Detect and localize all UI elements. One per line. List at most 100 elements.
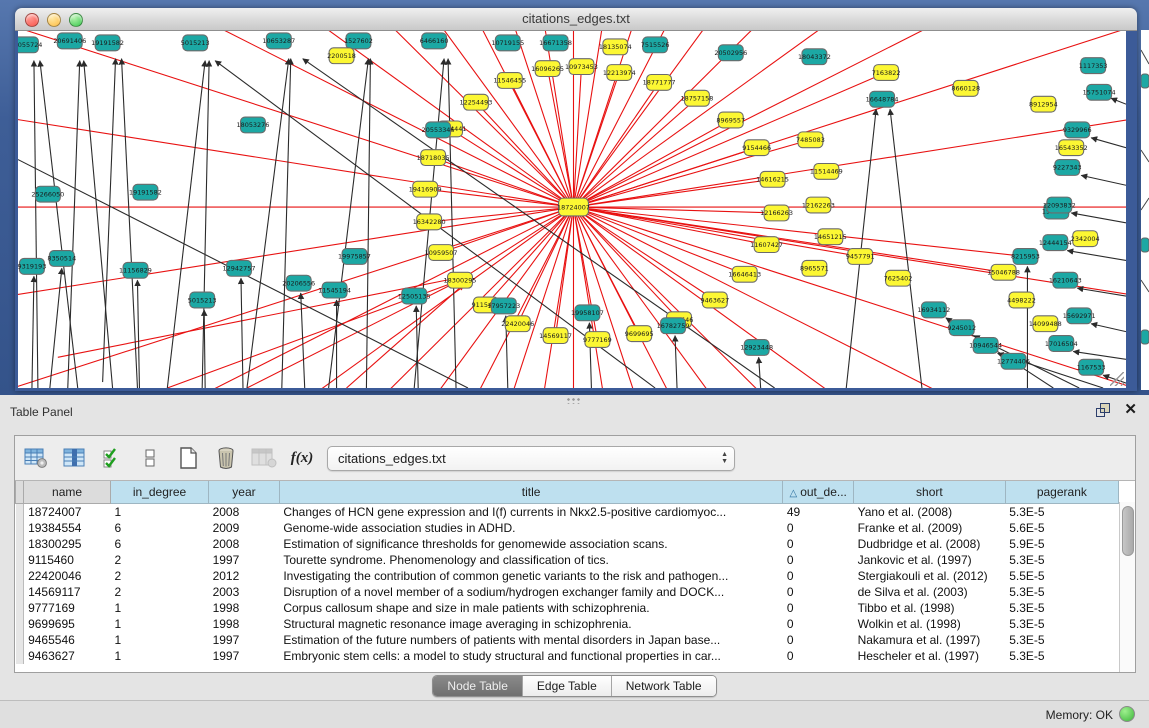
table-cell[interactable]: 5.3E-5 [1005, 648, 1118, 664]
table-row[interactable]: 1872400712008Changes of HCN gene express… [16, 504, 1119, 521]
table-row[interactable]: 969969511998Structural magnetic resonanc… [16, 616, 1119, 632]
table-cell[interactable]: 18724007 [24, 504, 111, 521]
table-cell[interactable]: 5.9E-5 [1005, 536, 1118, 552]
row-height-icon[interactable] [137, 445, 163, 471]
table-row[interactable]: 1456911722003Disruption of a novel membe… [16, 584, 1119, 600]
table-cell[interactable]: 0 [783, 616, 854, 632]
table-row[interactable]: 977716911998Corpus callosum shape and si… [16, 600, 1119, 616]
delete-table-icon[interactable] [213, 445, 239, 471]
table-cell[interactable]: Stergiakouli et al. (2012) [854, 568, 1006, 584]
show-column-icon[interactable] [61, 445, 87, 471]
table-cell[interactable]: 1997 [209, 552, 280, 568]
table-cell[interactable]: 0 [783, 584, 854, 600]
table-row[interactable]: 946554611997Estimation of the future num… [16, 632, 1119, 648]
table-cell[interactable]: 2 [111, 568, 209, 584]
table-cell[interactable]: Wolkin et al. (1998) [854, 616, 1006, 632]
function-builder-icon[interactable]: f(x) [289, 445, 315, 471]
table-cell[interactable]: 1997 [209, 632, 280, 648]
table-cell[interactable]: 2003 [209, 584, 280, 600]
table-cell[interactable]: Tibbo et al. (1998) [854, 600, 1006, 616]
table-cell[interactable]: 5.3E-5 [1005, 632, 1118, 648]
tab-edge-table[interactable]: Edge Table [523, 676, 612, 696]
table-cell[interactable]: 1 [111, 600, 209, 616]
float-panel-icon[interactable] [1096, 403, 1110, 416]
table-cell[interactable]: 9699695 [24, 616, 111, 632]
table-cell[interactable]: 2 [111, 552, 209, 568]
table-cell[interactable]: Estimation of significance thresholds fo… [279, 536, 782, 552]
table-cell[interactable]: 2012 [209, 568, 280, 584]
column-header-pagerank[interactable]: pagerank [1005, 481, 1118, 504]
table-cell[interactable]: Genome-wide association studies in ADHD. [279, 520, 782, 536]
table-cell[interactable]: Changes of HCN gene expression and I(f) … [279, 504, 782, 521]
tab-node-table[interactable]: Node Table [433, 676, 523, 696]
table-cell[interactable]: 1 [111, 616, 209, 632]
table-cell[interactable]: Corpus callosum shape and size in male p… [279, 600, 782, 616]
table-cell[interactable]: 0 [783, 632, 854, 648]
table-cell[interactable]: Tourette syndrome. Phenomenology and cla… [279, 552, 782, 568]
table-cell[interactable]: 0 [783, 648, 854, 664]
table-cell[interactable]: 5.3E-5 [1005, 552, 1118, 568]
table-cell[interactable]: 1997 [209, 648, 280, 664]
table-cell[interactable]: Estimation of the future numbers of pati… [279, 632, 782, 648]
table-cell[interactable]: 2009 [209, 520, 280, 536]
table-cell[interactable]: 2008 [209, 536, 280, 552]
table-cell[interactable]: 1998 [209, 616, 280, 632]
table-cell[interactable]: 1 [111, 648, 209, 664]
table-cell[interactable]: Yano et al. (2008) [854, 504, 1006, 521]
table-cell[interactable]: 9115460 [24, 552, 111, 568]
table-cell[interactable]: 49 [783, 504, 854, 521]
table-cell[interactable]: 0 [783, 536, 854, 552]
column-header-in_degree[interactable]: in_degree [111, 481, 209, 504]
table-cell[interactable]: 5.3E-5 [1005, 616, 1118, 632]
table-cell[interactable]: 5.3E-5 [1005, 584, 1118, 600]
table-cell[interactable]: 2008 [209, 504, 280, 521]
column-header-short[interactable]: short [854, 481, 1006, 504]
table-cell[interactable]: 9777169 [24, 600, 111, 616]
network-canvas[interactable]: 1405572420691406191915825015213106532871… [18, 31, 1126, 388]
close-panel-icon[interactable]: ✕ [1124, 403, 1137, 416]
scrollbar-thumb[interactable] [1122, 506, 1134, 556]
table-cell[interactable]: 5.3E-5 [1005, 600, 1118, 616]
table-cell[interactable]: Nakamura et al. (1997) [854, 632, 1006, 648]
table-row[interactable]: 1830029562008Estimation of significance … [16, 536, 1119, 552]
table-row[interactable]: 2242004622012Investigating the contribut… [16, 568, 1119, 584]
table-cell[interactable]: 1 [111, 632, 209, 648]
table-cell[interactable]: 14569117 [24, 584, 111, 600]
table-select-dropdown[interactable]: citations_edges.txt ▲▼ [327, 446, 735, 471]
window-titlebar[interactable]: citations_edges.txt [15, 8, 1137, 31]
column-header-name[interactable]: name [24, 481, 111, 504]
table-cell[interactable]: Dudbridge et al. (2008) [854, 536, 1006, 552]
table-cell[interactable]: Structural magnetic resonance image aver… [279, 616, 782, 632]
column-header-year[interactable]: year [209, 481, 280, 504]
table-cell[interactable]: Investigating the contribution of common… [279, 568, 782, 584]
table-cell[interactable]: Jankovic et al. (1997) [854, 552, 1006, 568]
table-cell[interactable]: 2 [111, 584, 209, 600]
table-cell[interactable]: 0 [783, 520, 854, 536]
tab-network-table[interactable]: Network Table [612, 676, 716, 696]
table-cell[interactable]: Hescheler et al. (1997) [854, 648, 1006, 664]
table-cell[interactable]: 9465546 [24, 632, 111, 648]
table-cell[interactable]: Disruption of a novel member of a sodium… [279, 584, 782, 600]
table-cell[interactable]: 6 [111, 520, 209, 536]
table-cell[interactable]: 0 [783, 568, 854, 584]
table-cell[interactable]: Franke et al. (2009) [854, 520, 1006, 536]
table-row[interactable]: 911546021997Tourette syndrome. Phenomeno… [16, 552, 1119, 568]
table-cell[interactable]: 5.3E-5 [1005, 504, 1118, 521]
table-cell[interactable]: 0 [783, 552, 854, 568]
table-cell[interactable]: 5.6E-5 [1005, 520, 1118, 536]
new-table-icon[interactable] [175, 445, 201, 471]
table-settings-icon[interactable] [23, 445, 49, 471]
table-cell[interactable]: 6 [111, 536, 209, 552]
window-resize-grip[interactable] [1110, 372, 1124, 386]
table-cell[interactable]: 1 [111, 504, 209, 521]
table-cell[interactable]: 18300295 [24, 536, 111, 552]
column-header-title[interactable]: title [279, 481, 782, 504]
panel-resize-handle[interactable] [566, 397, 580, 404]
select-columns-icon[interactable] [99, 445, 125, 471]
table-row[interactable]: 1938455462009Genome-wide association stu… [16, 520, 1119, 536]
table-cell[interactable]: de Silva et al. (2003) [854, 584, 1006, 600]
vertical-scrollbar[interactable] [1119, 502, 1135, 672]
table-cell[interactable]: 0 [783, 600, 854, 616]
table-cell[interactable]: 19384554 [24, 520, 111, 536]
column-header-out_de[interactable]: △out_de... [783, 481, 854, 504]
